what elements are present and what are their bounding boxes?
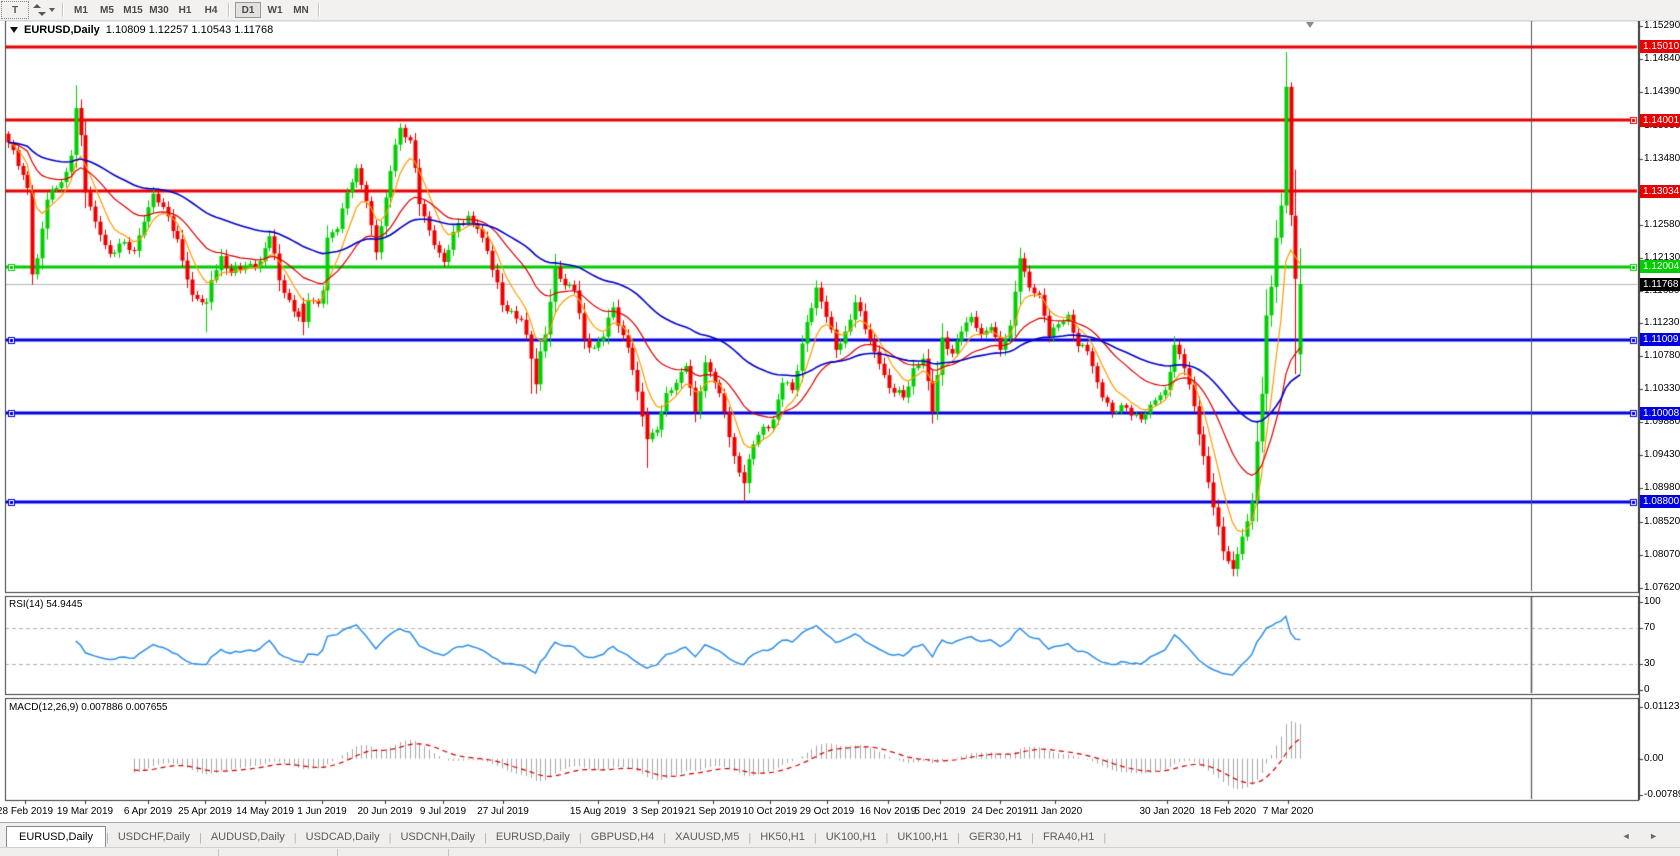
time-axis-tick-label: 6 Apr 2019 <box>124 806 172 817</box>
timeframe-button-m30[interactable]: M30 <box>147 2 171 18</box>
toolbar-separator <box>318 3 320 17</box>
text-tool-icon[interactable]: T <box>1 1 29 19</box>
time-axis-tick-label: 5 Dec 2019 <box>914 806 965 817</box>
price-level-badge[interactable]: 1.08800 <box>1640 495 1680 508</box>
timeframe-button-h4[interactable]: H4 <box>199 2 223 18</box>
chart-tab-0-eurusd[interactable]: EURUSD,Daily <box>6 826 106 849</box>
price-level-badge[interactable]: 1.15010 <box>1640 40 1680 53</box>
tab-separator: | <box>1103 832 1106 844</box>
chart-tab-4-usdcnh[interactable]: USDCNH,Daily <box>391 827 484 848</box>
time-axis-tick-label: 25 Apr 2019 <box>178 806 232 817</box>
price-axis-tick-label: 1.08070 <box>1644 549 1680 560</box>
chart-tab-11-ger30[interactable]: GER30,H1 <box>960 827 1031 848</box>
chart-tab-3-usdcad[interactable]: USDCAD,Daily <box>297 827 389 848</box>
macd-axis-tick-label: -0.00789 <box>1644 789 1680 800</box>
timeframe-button-m1[interactable]: M1 <box>69 2 93 18</box>
rsi-axis-tick-label: 30 <box>1644 658 1655 669</box>
time-axis-tick-label: 1 Jun 2019 <box>297 806 347 817</box>
price-axis-tick-label: 1.12580 <box>1644 219 1680 230</box>
chart-tab-7-xauusd[interactable]: XAUUSD,M5 <box>666 827 748 848</box>
price-level-badge[interactable]: 1.13034 <box>1640 185 1680 198</box>
arrange-windows-icon[interactable] <box>31 2 57 18</box>
chart-tab-1-usdchf[interactable]: USDCHF,Daily <box>109 827 199 848</box>
price-level-badge[interactable]: 1.10008 <box>1640 407 1680 420</box>
time-axis-tick-label: 7 Mar 2020 <box>1263 806 1314 817</box>
price-axis-tick-label: 1.13480 <box>1644 153 1680 164</box>
price-axis-tick-label: 1.14840 <box>1644 53 1680 64</box>
timeframe-button-w1[interactable]: W1 <box>263 2 287 18</box>
time-axis-tick-label: 9 Jul 2019 <box>420 806 466 817</box>
price-axis-tick-label: 1.11230 <box>1644 317 1679 328</box>
chart-tab-12-fra40[interactable]: FRA40,H1 <box>1034 827 1103 848</box>
chart-tab-bar: EURUSD,Daily|USDCHF,Daily|AUDUSD,Daily|U… <box>0 822 1680 848</box>
macd-axis-tick-label: 0.011232 <box>1644 701 1680 712</box>
time-axis-tick-label: 27 Jul 2019 <box>477 806 529 817</box>
timeframe-button-m15[interactable]: M15 <box>121 2 145 18</box>
timeframe-button-h1[interactable]: H1 <box>173 2 197 18</box>
price-axis-tick-label: 1.10330 <box>1644 383 1680 394</box>
current-price-badge: 1.11768 <box>1640 278 1680 291</box>
chart-tab-2-audusd[interactable]: AUDUSD,Daily <box>202 827 294 848</box>
price-axis-tick-label: 1.09430 <box>1644 449 1680 460</box>
toolbar-separator <box>228 3 230 17</box>
time-axis-tick-label: 3 Sep 2019 <box>632 806 683 817</box>
chart-tab-10-uk100[interactable]: UK100,H1 <box>888 827 957 848</box>
time-axis-tick-label: 30 Jan 2020 <box>1139 806 1194 817</box>
chart-tab-8-hk50[interactable]: HK50,H1 <box>751 827 814 848</box>
timeframe-button-mn[interactable]: MN <box>289 2 313 18</box>
time-axis-tick-label: 10 Oct 2019 <box>743 806 797 817</box>
price-axis-tick-label: 1.07620 <box>1644 582 1680 593</box>
rsi-axis-tick-label: 0 <box>1644 684 1650 695</box>
price-axis-tick-label: 1.08980 <box>1644 482 1680 493</box>
time-axis-tick-label: 21 Sep 2019 <box>685 806 742 817</box>
sort-arrows-icon <box>33 4 46 16</box>
chart-canvas[interactable] <box>0 0 1680 855</box>
time-axis-tick-label: 24 Dec 2019 <box>972 806 1029 817</box>
mt4-chart-window: T M1M5M15M30H1H4 D1W1MN EURUSD,Daily 1.10… <box>0 0 1680 855</box>
tab-scroll-arrows[interactable]: ◄ ► <box>1622 831 1666 841</box>
time-axis-tick-label: 28 Feb 2019 <box>0 806 53 817</box>
time-axis-tick-label: 16 Nov 2019 <box>860 806 917 817</box>
timeframe-button-m5[interactable]: M5 <box>95 2 119 18</box>
macd-axis-tick-label: 0.00 <box>1644 753 1663 764</box>
rsi-axis-tick-label: 100 <box>1644 596 1661 607</box>
price-axis-tick-label: 1.14390 <box>1644 86 1680 97</box>
chart-title: EURUSD,Daily 1.10809 1.12257 1.10543 1.1… <box>10 24 273 36</box>
time-axis-tick-label: 29 Oct 2019 <box>800 806 854 817</box>
time-axis-tick-label: 15 Aug 2019 <box>570 806 626 817</box>
time-axis-tick-label: 18 Feb 2020 <box>1200 806 1256 817</box>
chart-tab-6-gbpusd[interactable]: GBPUSD,H4 <box>582 827 664 848</box>
price-level-badge[interactable]: 1.11009 <box>1640 333 1680 346</box>
macd-label: MACD(12,26,9) 0.007886 0.007655 <box>9 702 167 713</box>
toolbar-separator <box>62 3 64 17</box>
time-axis-tick-label: 14 May 2019 <box>236 806 294 817</box>
price-level-badge[interactable]: 1.14001 <box>1640 114 1680 127</box>
collapse-triangle-icon[interactable] <box>10 27 18 33</box>
time-axis-tick-label: 11 Jan 2020 <box>1028 806 1082 817</box>
dropdown-caret-icon <box>49 8 55 12</box>
price-axis-tick-label: 1.15290 <box>1644 20 1680 31</box>
toolbar: T M1M5M15M30H1H4 D1W1MN <box>0 0 1680 21</box>
chart-shift-marker-icon[interactable] <box>1306 22 1314 28</box>
time-axis-tick-label: 19 Mar 2019 <box>57 806 113 817</box>
chart-tab-5-eurusd[interactable]: EURUSD,Daily <box>487 827 579 848</box>
timeframe-button-d1[interactable]: D1 <box>235 2 261 18</box>
rsi-label: RSI(14) 54.9445 <box>9 599 82 610</box>
symbol-period-label: EURUSD,Daily <box>24 24 100 36</box>
price-axis-tick-label: 1.08520 <box>1644 516 1680 527</box>
price-level-badge[interactable]: 1.12004 <box>1640 260 1680 273</box>
time-axis-tick-label: 20 Jun 2019 <box>357 806 412 817</box>
rsi-axis-tick-label: 70 <box>1644 622 1655 633</box>
chart-tab-9-uk100[interactable]: UK100,H1 <box>817 827 886 848</box>
price-axis-tick-label: 1.10780 <box>1644 350 1680 361</box>
ohlc-values: 1.10809 1.12257 1.10543 1.11768 <box>106 24 273 36</box>
